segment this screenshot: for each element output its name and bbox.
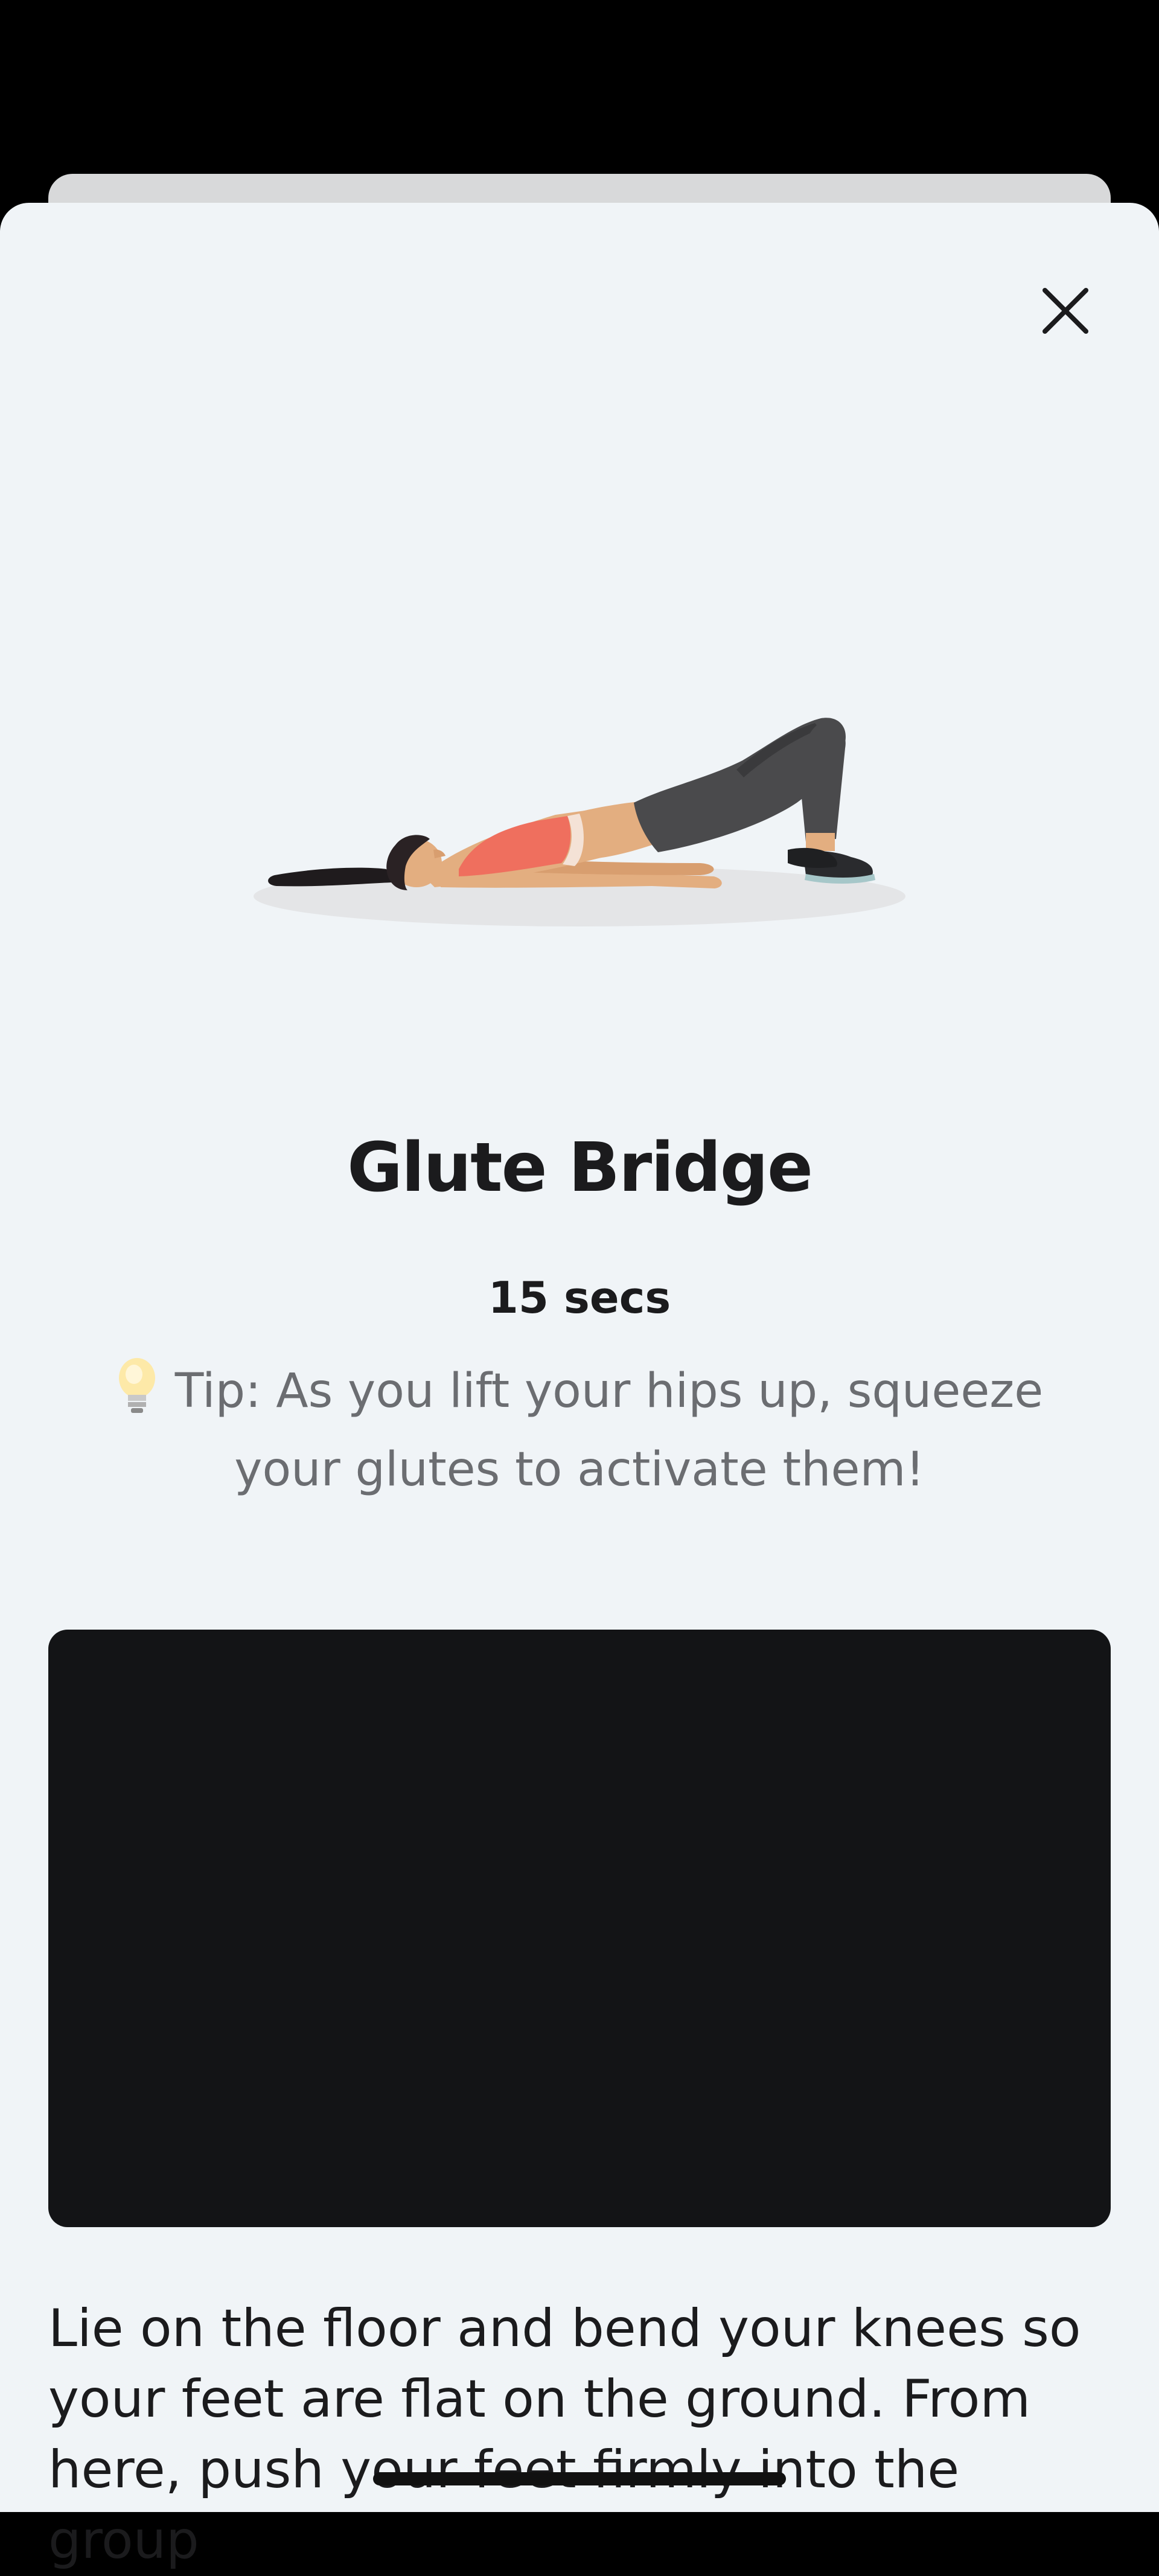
- exercise-duration: 15 secs: [488, 1272, 671, 1323]
- glute-bridge-illustration: [254, 718, 905, 926]
- video-player[interactable]: [48, 1630, 1111, 2227]
- home-indicator[interactable]: [373, 2472, 786, 2485]
- tip-text: Tip: As you lift your hips up, squeeze y…: [174, 1364, 1044, 1497]
- exercise-description: Lie on the floor and bend your knees so …: [48, 2298, 1081, 2571]
- close-icon: [1042, 288, 1088, 334]
- exercise-tip: Tip: As you lift your hips up, squeeze y…: [72, 1352, 1087, 1509]
- lightbulb-icon: [118, 1358, 155, 1413]
- exercise-title: Glute Bridge: [347, 1129, 813, 1207]
- close-button[interactable]: [1032, 278, 1099, 344]
